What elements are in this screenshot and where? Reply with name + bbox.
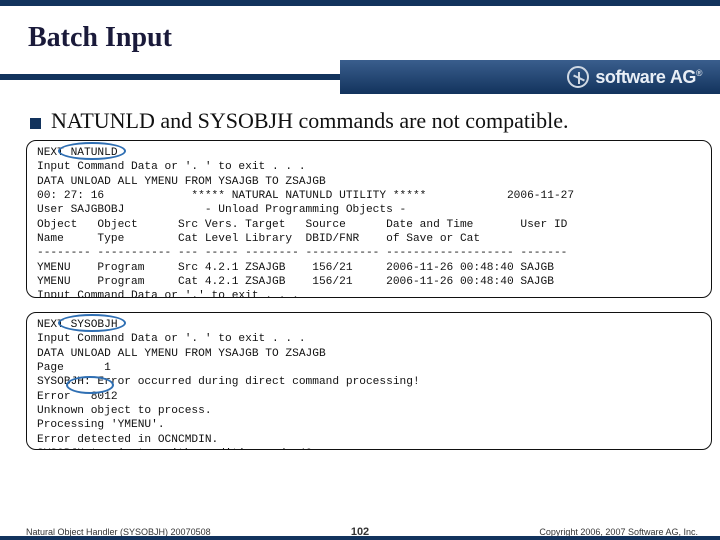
slide: Batch Input software AG® NATUNLD and SYS… <box>0 0 720 540</box>
bottom-band <box>0 536 720 540</box>
bullet-square-icon <box>30 118 41 129</box>
bullet-row: NATUNLD and SYSOBJH commands are not com… <box>30 108 700 134</box>
top-band <box>0 0 720 6</box>
brand-logo: software AG® <box>567 66 702 88</box>
title-bar: software AG® <box>0 60 720 94</box>
title-bar-left-rule <box>0 74 340 80</box>
terminal-box-natunld: NEXT NATUNLD Input Command Data or '. ' … <box>26 140 712 298</box>
brand-logo-text: software AG® <box>595 67 702 88</box>
terminal-box-sysobjh: NEXT SYSOBJH Input Command Data or '. ' … <box>26 312 712 450</box>
slide-title: Batch Input <box>28 22 172 54</box>
title-bar-brand-panel: software AG® <box>340 60 720 94</box>
bullet-text: NATUNLD and SYSOBJH commands are not com… <box>51 108 569 134</box>
brand-logo-icon <box>567 66 589 88</box>
